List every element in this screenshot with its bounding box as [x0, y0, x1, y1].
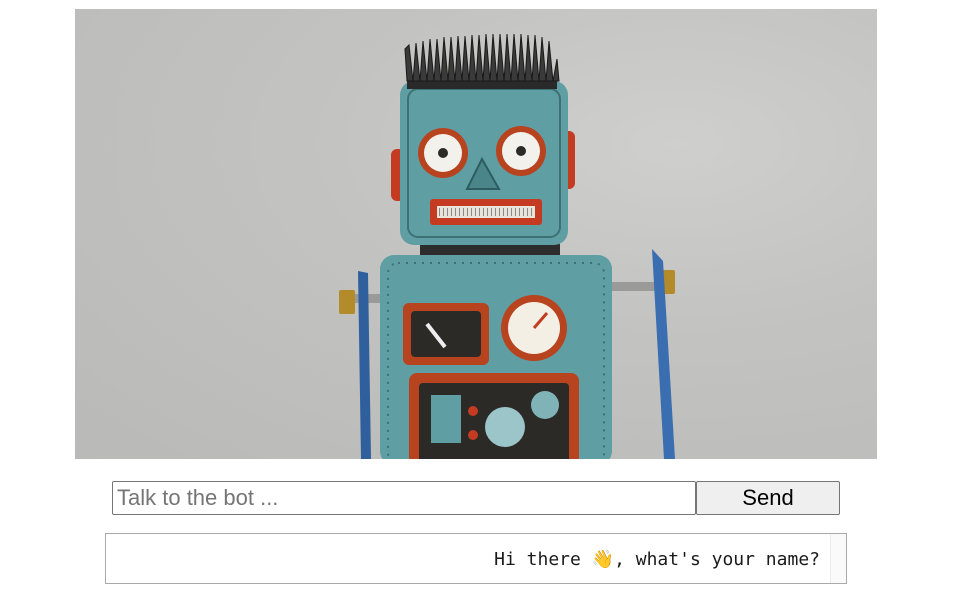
bot-message: Hi there 👋, what's your name? — [494, 549, 820, 570]
panel-light-2 — [468, 430, 478, 440]
left-pupil — [438, 148, 448, 158]
panel-vent — [431, 395, 461, 443]
left-gauge — [411, 311, 481, 357]
left-bolt — [339, 290, 355, 314]
robot-hero-image — [75, 9, 877, 459]
panel-light-1 — [468, 406, 478, 416]
page: Send Hi there 👋, what's your name? — [0, 0, 961, 596]
messages-scrollbar[interactable] — [830, 534, 846, 583]
right-pupil — [516, 146, 526, 156]
chat-message-input[interactable] — [112, 481, 696, 515]
robot-hair — [404, 33, 560, 82]
robot-illustration — [339, 33, 675, 459]
panel-gear — [531, 391, 559, 419]
panel-reel — [485, 407, 525, 447]
chat-messages-panel[interactable]: Hi there 👋, what's your name? — [105, 533, 847, 584]
send-button[interactable]: Send — [696, 481, 840, 515]
chat-input-row: Send — [112, 481, 840, 515]
